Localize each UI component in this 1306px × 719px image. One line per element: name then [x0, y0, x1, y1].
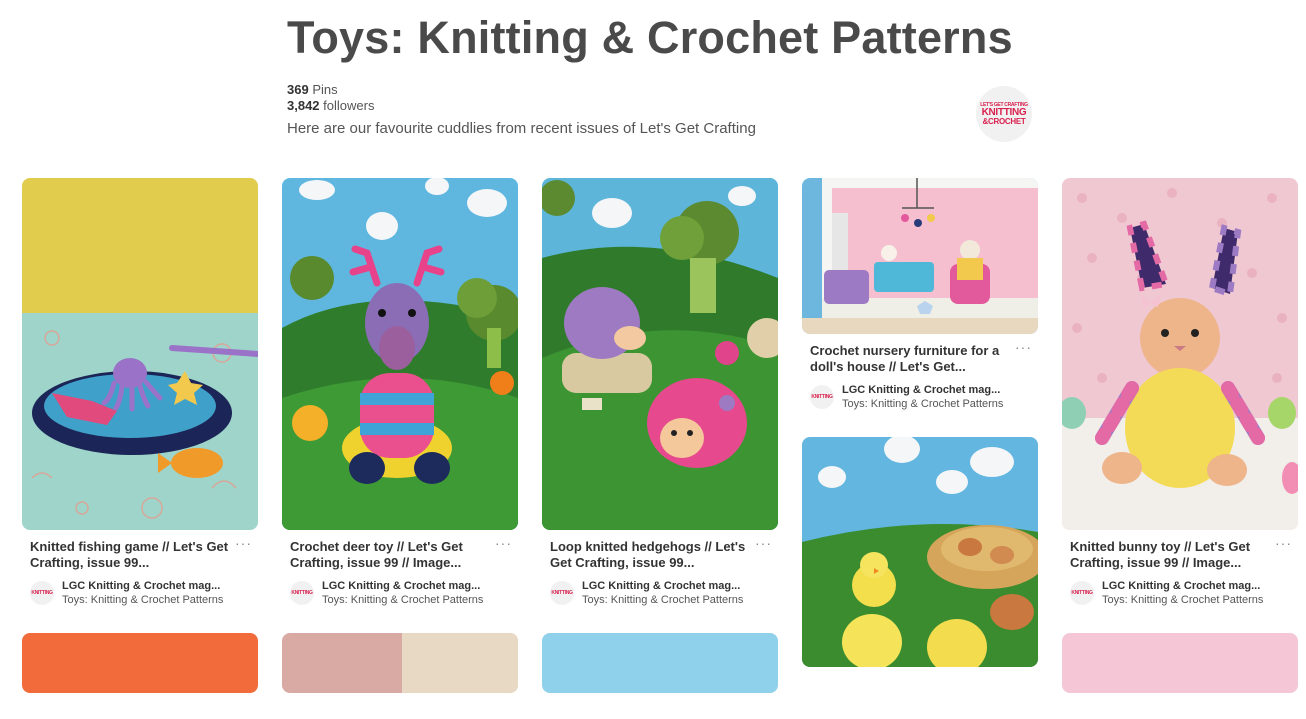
source-name: LGC Knitting & Crochet mag...	[582, 580, 741, 592]
pin-source[interactable]: KNITTING LGC Knitting & Crochet mag... T…	[810, 383, 1030, 411]
source-board: Toys: Knitting & Crochet Patterns	[62, 594, 224, 606]
pin-source[interactable]: KNITTING LGC Knitting & Crochet mag... T…	[30, 579, 250, 607]
pin-source[interactable]: KNITTING LGC Knitting & Crochet mag... T…	[290, 579, 510, 607]
pin-card[interactable]: Knitted fishing game // Let's Get Crafti…	[22, 178, 258, 607]
pin-card[interactable]	[282, 633, 518, 693]
pin-column-1: Knitted fishing game // Let's Get Crafti…	[22, 178, 258, 719]
pin-column-2: Crochet deer toy // Let's Get Crafting, …	[282, 178, 518, 719]
pin-meta: Crochet deer toy // Let's Get Crafting, …	[282, 530, 518, 607]
source-name: LGC Knitting & Crochet mag...	[62, 580, 221, 592]
pin-card[interactable]	[22, 633, 258, 693]
pin-image-hedgehogs[interactable]	[542, 178, 778, 530]
knitting-crochet-logo: KNITTING	[551, 589, 573, 596]
more-options-icon[interactable]: ···	[1275, 536, 1292, 550]
knitting-crochet-logo: KNITTING	[811, 393, 833, 400]
pin-title[interactable]: Loop knitted hedgehogs // Let's Get Craf…	[550, 539, 750, 571]
source-name: LGC Knitting & Crochet mag...	[1102, 580, 1261, 592]
pin-image-dolls-house[interactable]	[802, 178, 1038, 334]
pin-card[interactable]: Knitted bunny toy // Let's Get Crafting,…	[1062, 178, 1298, 607]
pin-card[interactable]	[542, 633, 778, 693]
pin-card[interactable]: Crochet deer toy // Let's Get Crafting, …	[282, 178, 518, 607]
pin-image[interactable]	[282, 633, 518, 693]
source-avatar: KNITTING	[30, 581, 54, 605]
pin-image[interactable]	[22, 633, 258, 693]
source-name: LGC Knitting & Crochet mag...	[842, 384, 1001, 396]
knitting-crochet-logo: KNITTING	[291, 589, 313, 596]
source-name: LGC Knitting & Crochet mag...	[322, 580, 481, 592]
pin-source[interactable]: KNITTING LGC Knitting & Crochet mag... T…	[1070, 579, 1290, 607]
pin-image-fishing-game[interactable]	[22, 178, 258, 530]
board-title: Toys: Knitting & Crochet Patterns	[287, 12, 1013, 63]
pin-meta: Crochet nursery furniture for a doll's h…	[802, 334, 1038, 411]
pin-column-4: Crochet nursery furniture for a doll's h…	[802, 178, 1038, 693]
source-avatar: KNITTING	[290, 581, 314, 605]
board-description: Here are our favourite cuddlies from rec…	[287, 120, 756, 137]
pin-column-5: Knitted bunny toy // Let's Get Crafting,…	[1062, 178, 1298, 719]
source-board: Toys: Knitting & Crochet Patterns	[842, 398, 1004, 410]
more-options-icon[interactable]: ···	[495, 536, 512, 550]
pin-meta: Knitted bunny toy // Let's Get Crafting,…	[1062, 530, 1298, 607]
source-board: Toys: Knitting & Crochet Patterns	[582, 594, 744, 606]
owner-avatar[interactable]: LET'S GET CRAFTING KNITTING &CROCHET	[976, 86, 1032, 142]
pin-image[interactable]	[1062, 633, 1298, 693]
source-board: Toys: Knitting & Crochet Patterns	[1102, 594, 1264, 606]
source-avatar: KNITTING	[550, 581, 574, 605]
source-avatar: KNITTING	[810, 385, 834, 409]
board-stats: 369 Pins 3,842 followers	[287, 82, 374, 114]
pin-card[interactable]: Crochet nursery furniture for a doll's h…	[802, 178, 1038, 411]
pin-meta: Knitted fishing game // Let's Get Crafti…	[22, 530, 258, 607]
pin-column-3: Loop knitted hedgehogs // Let's Get Craf…	[542, 178, 778, 719]
pin-title[interactable]: Crochet deer toy // Let's Get Crafting, …	[290, 539, 490, 571]
source-board: Toys: Knitting & Crochet Patterns	[322, 594, 484, 606]
pin-title[interactable]: Knitted bunny toy // Let's Get Crafting,…	[1070, 539, 1270, 571]
pin-title[interactable]: Crochet nursery furniture for a doll's h…	[810, 343, 1010, 375]
source-avatar: KNITTING	[1070, 581, 1094, 605]
more-options-icon[interactable]: ···	[755, 536, 772, 550]
followers-count[interactable]: 3,842 followers	[287, 98, 374, 114]
pin-image-bunny-toy[interactable]	[1062, 178, 1298, 530]
pins-count[interactable]: 369 Pins	[287, 82, 374, 98]
pin-card[interactable]	[802, 437, 1038, 667]
knitting-crochet-logo: LET'S GET CRAFTING KNITTING &CROCHET	[980, 102, 1028, 126]
pin-image[interactable]	[542, 633, 778, 693]
knitting-crochet-logo: KNITTING	[31, 589, 53, 596]
pin-image-deer-toy[interactable]	[282, 178, 518, 530]
more-options-icon[interactable]: ···	[1015, 340, 1032, 354]
pin-source[interactable]: KNITTING LGC Knitting & Crochet mag... T…	[550, 579, 770, 607]
pin-title[interactable]: Knitted fishing game // Let's Get Crafti…	[30, 539, 230, 571]
pin-image-chicks[interactable]	[802, 437, 1038, 667]
knitting-crochet-logo: KNITTING	[1071, 589, 1093, 596]
more-options-icon[interactable]: ···	[235, 536, 252, 550]
pin-card[interactable]	[1062, 633, 1298, 693]
pin-card[interactable]: Loop knitted hedgehogs // Let's Get Craf…	[542, 178, 778, 607]
pin-meta: Loop knitted hedgehogs // Let's Get Craf…	[542, 530, 778, 607]
